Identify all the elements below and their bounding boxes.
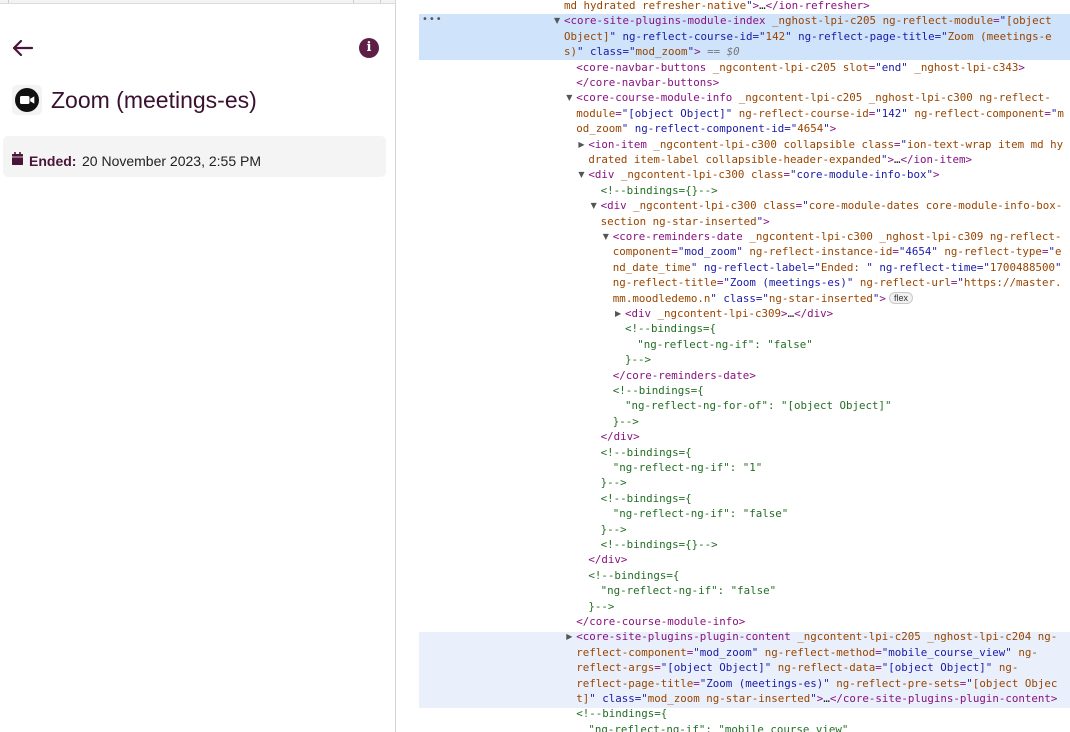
- dom-node-line[interactable]: mm.moodledemo.n" class="ng-star-inserted…: [613, 291, 913, 306]
- dom-node-line[interactable]: </div>: [601, 429, 640, 444]
- dom-node-line[interactable]: <!--bindings={: [588, 568, 679, 583]
- dom-node-line[interactable]: od_zoom" ng-reflect-component-id="4654">: [576, 121, 836, 136]
- dom-node-line[interactable]: t]" class="mod_zoom ng-star-inserted">…<…: [576, 691, 1057, 706]
- dom-node-line[interactable]: reflect-page-title="Zoom (meetings-es)" …: [576, 676, 1057, 691]
- dom-node-line[interactable]: <core-navbar-buttons _ngcontent-lpi-c205…: [576, 60, 1025, 75]
- app-panel: i Zoom (meetings-es) Ended: 20 November …: [0, 0, 396, 732]
- dom-node-line[interactable]: <div _ngcontent-lpi-c300 class="core-mod…: [601, 198, 1063, 213]
- collapse-triangle-icon[interactable]: ▶: [578, 140, 586, 149]
- date-value: 20 November 2023, 2:55 PM: [82, 153, 261, 169]
- dom-node-line[interactable]: <core-site-plugins-module-index _nghost-…: [564, 13, 1052, 28]
- expand-triangle-icon[interactable]: ▼: [578, 170, 586, 179]
- devtools-elements-panel: ••• md hydrated refresher-native">…</ion…: [418, 0, 1070, 732]
- expand-triangle-icon[interactable]: ▼: [566, 93, 574, 102]
- dom-node-line[interactable]: section ng-star-inserted">: [601, 214, 770, 229]
- dom-node-line[interactable]: drated item-label collapsible-header-exp…: [588, 152, 972, 167]
- dom-node-line[interactable]: <div _ngcontent-lpi-c300 class="core-mod…: [588, 167, 939, 182]
- dom-node-line[interactable]: }-->: [601, 475, 627, 490]
- dom-node-line[interactable]: "ng-reflect-ng-if": "1": [613, 460, 763, 475]
- collapse-triangle-icon[interactable]: ▶: [615, 309, 623, 318]
- collapse-triangle-icon[interactable]: ▶: [566, 632, 574, 641]
- module-dates-box: Ended: 20 November 2023, 2:55 PM: [3, 136, 386, 177]
- dom-node-line[interactable]: reflect-component="mod_zoom" ng-reflect-…: [576, 645, 1038, 660]
- zoom-module-icon: [12, 85, 42, 115]
- dom-node-line[interactable]: <!--bindings={: [576, 706, 667, 721]
- dom-node-line[interactable]: }-->: [601, 522, 627, 537]
- calendar-icon: [12, 152, 23, 165]
- dom-node-line[interactable]: ng-reflect-title="Zoom (meetings-es)" ng…: [613, 275, 1062, 290]
- dom-node-line[interactable]: <core-course-module-info _ngcontent-lpi-…: [576, 90, 1051, 105]
- dom-node-line[interactable]: "ng-reflect-ng-if": "false": [601, 583, 777, 598]
- more-options-icon[interactable]: •••: [422, 14, 443, 25]
- dom-node-line[interactable]: <div _ngcontent-lpi-c309>…</div>: [625, 306, 833, 321]
- dom-node-line[interactable]: <!--bindings={: [601, 445, 692, 460]
- app-panel-border: [395, 0, 396, 732]
- dom-node-line[interactable]: </core-course-module-info>: [576, 614, 745, 629]
- dom-node-line[interactable]: "ng-reflect-ng-for-of": "[object Object]…: [625, 398, 892, 413]
- dom-node-line[interactable]: module="[object Object]" ng-reflect-cour…: [576, 106, 1064, 121]
- dom-node-line[interactable]: </core-navbar-buttons>: [576, 75, 719, 90]
- dom-node-line[interactable]: <!--bindings={: [625, 321, 716, 336]
- dom-node-line[interactable]: <core-reminders-date _ngcontent-lpi-c300…: [613, 229, 1062, 244]
- expand-triangle-icon[interactable]: ▼: [591, 201, 599, 210]
- dom-node-line[interactable]: nd_date_time" ng-reflect-label="Ended: "…: [613, 260, 1062, 275]
- dom-node-line[interactable]: <!--bindings={: [601, 491, 692, 506]
- dom-node-line[interactable]: md hydrated refresher-native">…</ion-ref…: [564, 0, 870, 13]
- dom-node-line[interactable]: "ng-reflect-ng-if": "false": [613, 506, 789, 521]
- info-icon: i: [366, 40, 372, 55]
- expand-triangle-icon[interactable]: ▼: [554, 16, 562, 25]
- dom-node-line[interactable]: }-->: [588, 599, 614, 614]
- dom-node-line[interactable]: "ng-reflect-ng-if": "mobile_course_view": [588, 722, 848, 732]
- info-button[interactable]: i: [359, 38, 379, 58]
- dom-node-line[interactable]: reflect-args="[object Object]" ng-reflec…: [576, 660, 1018, 675]
- dom-node-line[interactable]: </div>: [588, 552, 627, 567]
- dom-node-line[interactable]: <core-site-plugins-plugin-content _ngcon…: [576, 629, 1057, 644]
- page-title: Zoom (meetings-es): [51, 87, 257, 113]
- top-strip: [0, 0, 396, 4]
- expand-triangle-icon[interactable]: ▼: [603, 232, 611, 241]
- back-arrow-icon[interactable]: [10, 36, 36, 60]
- dom-node-line[interactable]: component="mod_zoom" ng-reflect-instance…: [613, 244, 1062, 259]
- dom-node-line[interactable]: </core-reminders-date>: [613, 368, 756, 383]
- flex-badge[interactable]: flex: [888, 291, 913, 304]
- dom-node-line[interactable]: <!--bindings={}-->: [601, 537, 718, 552]
- dom-node-line[interactable]: }-->: [625, 352, 651, 367]
- dom-node-line[interactable]: <!--bindings={}-->: [601, 183, 718, 198]
- date-label: Ended:: [29, 153, 77, 169]
- dom-node-line[interactable]: <!--bindings={: [613, 383, 704, 398]
- dom-node-line[interactable]: <ion-item _ngcontent-lpi-c300 collapsibl…: [588, 137, 1063, 152]
- dom-node-line[interactable]: s)" class="mod_zoom"> == $0: [564, 44, 740, 59]
- dom-node-line[interactable]: }-->: [613, 414, 639, 429]
- dom-node-line[interactable]: "ng-reflect-ng-if": "false": [637, 337, 813, 352]
- dom-node-line[interactable]: Object]" ng-reflect-course-id="142" ng-r…: [564, 29, 1052, 44]
